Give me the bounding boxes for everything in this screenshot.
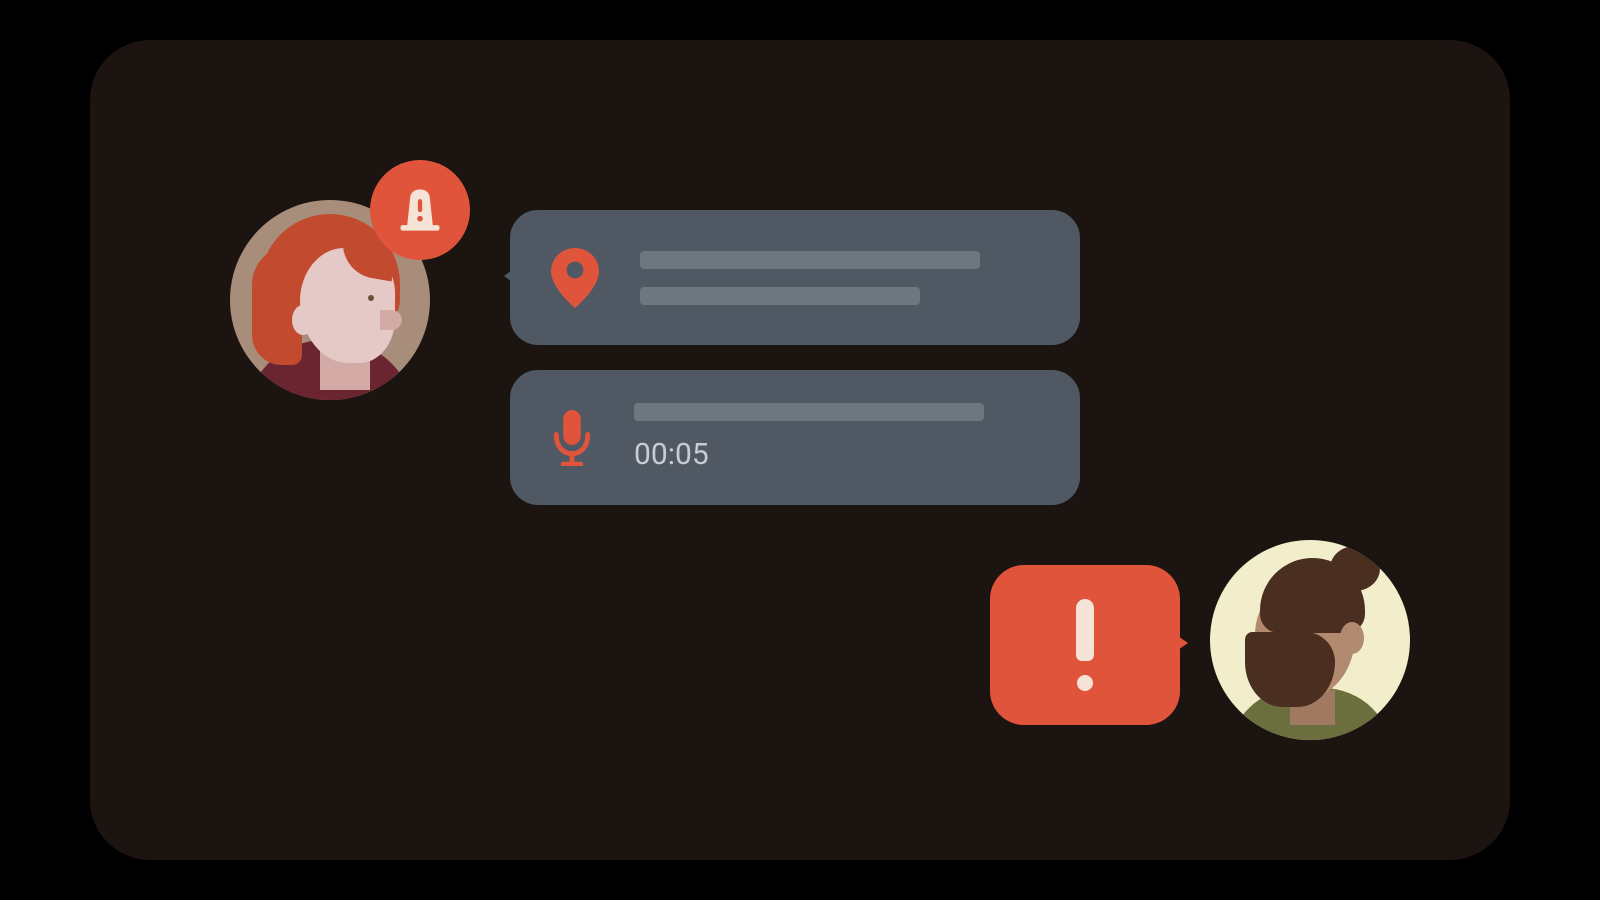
exclamation-icon xyxy=(1076,599,1094,691)
location-text-placeholder xyxy=(640,251,1040,305)
audio-content: 00:05 xyxy=(634,403,1040,472)
message-location[interactable] xyxy=(510,210,1080,345)
chat-panel: 00:05 xyxy=(90,40,1510,860)
location-pin-icon xyxy=(550,248,600,308)
avatar-right[interactable] xyxy=(1210,540,1410,740)
message-audio[interactable]: 00:05 xyxy=(510,370,1080,505)
microphone-icon xyxy=(550,410,594,466)
avatar-right-illustration xyxy=(1210,540,1410,740)
audio-duration: 00:05 xyxy=(634,437,1040,472)
siren-icon xyxy=(394,184,446,236)
audio-waveform-placeholder xyxy=(634,403,984,421)
alert-badge[interactable] xyxy=(370,160,470,260)
message-alert[interactable] xyxy=(990,565,1180,725)
